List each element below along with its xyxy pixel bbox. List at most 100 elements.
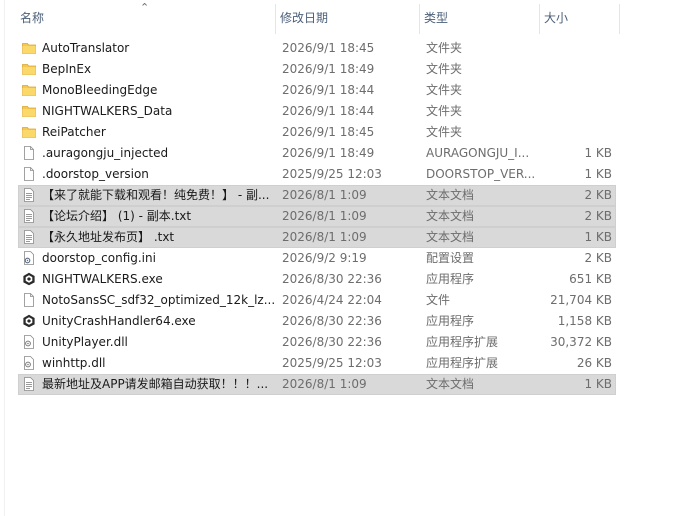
file-name: 【永久地址发布页】 .txt: [42, 230, 175, 244]
file-date: 2026/8/30 22:36: [282, 272, 382, 286]
file-type: 文件夹: [426, 83, 463, 97]
file-name: 【来了就能下载和观看！纯免费！】 - 副...: [42, 188, 270, 202]
text-document-icon: [22, 209, 36, 223]
file-name: MonoBleedingEdge: [42, 83, 158, 97]
column-header-bar: 名称 ⌃ 修改日期 类型 大小: [16, 1, 620, 34]
file-type: AURAGONGJU_I...: [426, 146, 530, 160]
file-type: 文件夹: [426, 41, 463, 55]
file-icon: [22, 146, 36, 160]
folder-icon: [22, 41, 36, 55]
file-date: 2026/9/1 18:49: [282, 146, 375, 160]
file-date: 2026/8/30 22:36: [282, 335, 382, 349]
file-size: 21,704 KB: [550, 293, 612, 307]
file-size: 26 KB: [576, 356, 612, 370]
column-header-type[interactable]: 类型: [420, 4, 540, 34]
column-header-name-label: 名称: [20, 11, 45, 25]
window-left-edge: [0, 0, 5, 516]
file-row[interactable]: winhttp.dll 2025/9/25 12:03 应用程序扩展 26 KB: [18, 353, 616, 374]
text-document-icon: [22, 230, 36, 244]
column-header-size[interactable]: 大小: [540, 4, 620, 34]
file-date: 2026/9/1 18:44: [282, 104, 375, 118]
file-row[interactable]: ReiPatcher 2026/9/1 18:45 文件夹: [18, 122, 616, 143]
file-type: 文件夹: [426, 62, 463, 76]
file-type: 文本文档: [426, 188, 475, 202]
file-row[interactable]: UnityCrashHandler64.exe 2026/8/30 22:36 应用…: [18, 311, 616, 332]
file-date: 2026/8/1 1:09: [282, 209, 367, 223]
file-size: 2 KB: [584, 251, 612, 265]
file-size: 651 KB: [569, 272, 612, 286]
file-row[interactable]: 【论坛介绍】 (1) - 副本.txt 2026/8/1 1:09 文本文档 2 KB: [18, 206, 616, 227]
file-row[interactable]: .doorstop_version 2025/9/25 12:03 DOORSTOP…: [18, 164, 616, 185]
file-row[interactable]: BepInEx 2026/9/1 18:49 文件夹: [18, 59, 616, 80]
file-size: 30,372 KB: [550, 335, 612, 349]
file-row[interactable]: AutoTranslator 2026/9/1 18:45 文件夹: [18, 38, 616, 59]
file-name: ReiPatcher: [42, 125, 106, 139]
file-size: 1 KB: [584, 167, 612, 181]
file-icon: [22, 167, 36, 181]
file-date: 2026/9/1 18:45: [282, 125, 375, 139]
column-header-name[interactable]: 名称 ⌃: [16, 1, 276, 34]
file-type: DOORSTOP_VER...: [426, 167, 536, 181]
file-name: AutoTranslator: [42, 41, 130, 55]
file-name: UnityPlayer.dll: [42, 335, 128, 349]
file-date: 2026/9/1 18:49: [282, 62, 375, 76]
file-size: 2 KB: [584, 209, 612, 223]
file-type: 配置设置: [426, 251, 475, 265]
file-name: doorstop_config.ini: [42, 251, 156, 265]
column-header-size-label: 大小: [544, 11, 569, 25]
file-row[interactable]: 【来了就能下载和观看！纯免费！】 - 副... 2026/8/1 1:09 文本文档…: [18, 185, 616, 206]
folder-icon: [22, 83, 36, 97]
file-type: 文件夹: [426, 104, 463, 118]
file-type: 文件: [426, 293, 451, 307]
file-size: 2 KB: [584, 188, 612, 202]
text-document-icon: [22, 188, 36, 202]
file-row[interactable]: .auragongju_injected 2026/9/1 18:49 AURAGO…: [18, 143, 616, 164]
config-file-icon: [22, 251, 36, 265]
file-name: .doorstop_version: [42, 167, 149, 181]
file-row[interactable]: doorstop_config.ini 2026/9/2 9:19 配置设置 2 KB: [18, 248, 616, 269]
file-name: 【论坛介绍】 (1) - 副本.txt: [42, 209, 192, 223]
text-document-icon: [22, 377, 36, 391]
file-type: 应用程序: [426, 314, 475, 328]
file-name: .auragongju_injected: [42, 146, 169, 160]
unity-app-icon: [22, 314, 36, 328]
dll-file-icon: [22, 356, 36, 370]
file-row[interactable]: NIGHTWALKERS_Data 2026/9/1 18:44 文件夹: [18, 101, 616, 122]
file-row[interactable]: 【永久地址发布页】 .txt 2026/8/1 1:09 文本文档 1 KB: [18, 227, 616, 248]
file-size: 1,158 KB: [557, 314, 612, 328]
file-size: 1 KB: [584, 146, 612, 160]
file-type: 文本文档: [426, 377, 475, 391]
file-name: NIGHTWALKERS_Data: [42, 104, 173, 118]
column-header-type-label: 类型: [424, 11, 449, 25]
sort-ascending-icon: ⌃: [140, 1, 150, 14]
file-size: 1 KB: [584, 230, 612, 244]
file-row[interactable]: NotoSansSC_sdf32_optimized_12k_lz... 2026…: [18, 290, 616, 311]
file-name: BepInEx: [42, 62, 92, 76]
file-type: 应用程序扩展: [426, 335, 499, 349]
file-row[interactable]: 最新地址及APP请发邮箱自动获取！！！... 2026/8/1 1:09 文本文档 1…: [18, 374, 616, 395]
file-name: winhttp.dll: [42, 356, 106, 370]
file-type: 应用程序: [426, 272, 475, 286]
file-type: 文本文档: [426, 230, 475, 244]
file-name: 最新地址及APP请发邮箱自动获取！！！...: [42, 377, 269, 391]
folder-icon: [22, 104, 36, 118]
file-row[interactable]: UnityPlayer.dll 2026/8/30 22:36 应用程序扩展 30,3…: [18, 332, 616, 353]
file-size: 1 KB: [584, 377, 612, 391]
folder-icon: [22, 62, 36, 76]
file-date: 2026/9/2 9:19: [282, 251, 367, 265]
file-date: 2026/9/1 18:44: [282, 83, 375, 97]
file-row[interactable]: NIGHTWALKERS.exe 2026/8/30 22:36 应用程序 651 K…: [18, 269, 616, 290]
unity-app-icon: [22, 272, 36, 286]
column-header-date[interactable]: 修改日期: [276, 4, 420, 34]
column-header-date-label: 修改日期: [280, 11, 329, 25]
file-date: 2026/8/1 1:09: [282, 230, 367, 244]
file-icon: [22, 293, 36, 307]
file-row[interactable]: MonoBleedingEdge 2026/9/1 18:44 文件夹: [18, 80, 616, 101]
file-date: 2026/8/1 1:09: [282, 377, 367, 391]
dll-file-icon: [22, 335, 36, 349]
file-list: AutoTranslator 2026/9/1 18:45 文件夹 BepInEx 20…: [18, 38, 616, 395]
file-type: 应用程序扩展: [426, 356, 499, 370]
file-type: 文本文档: [426, 209, 475, 223]
folder-icon: [22, 125, 36, 139]
file-date: 2025/9/25 12:03: [282, 167, 382, 181]
